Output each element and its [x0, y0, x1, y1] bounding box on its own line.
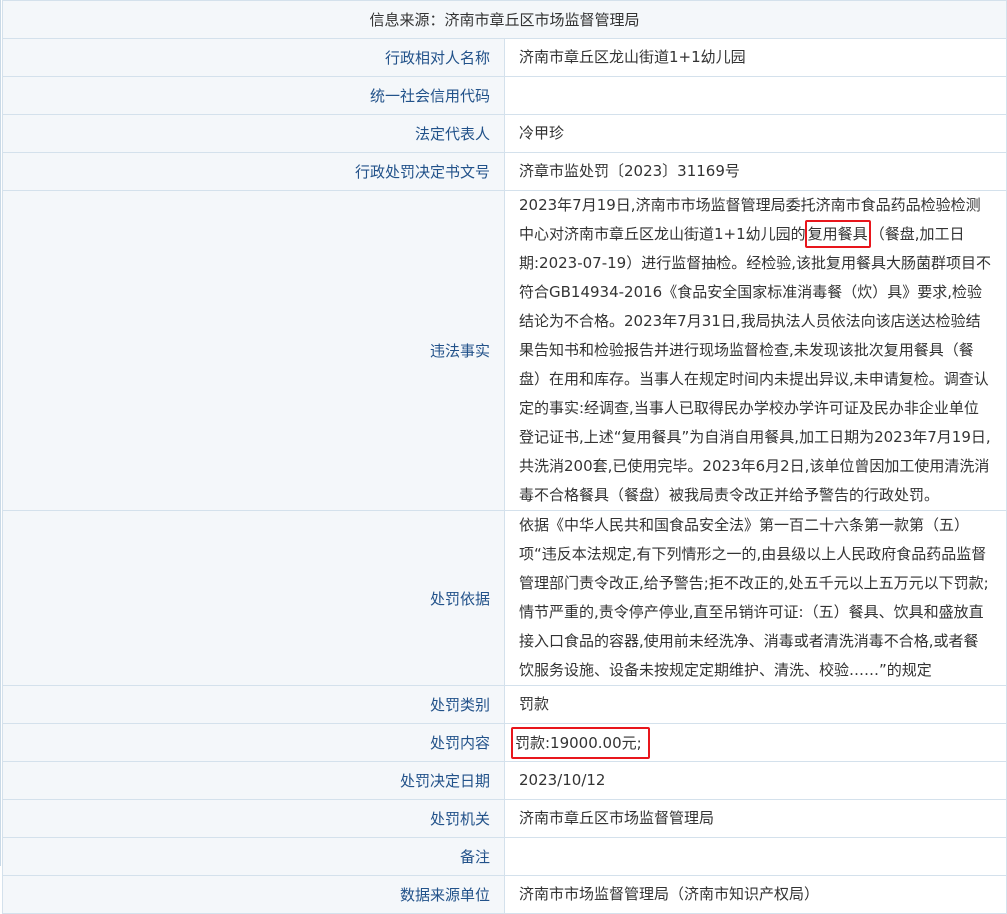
value-penalty-content-cell: 罚款:19000.00元;	[504, 723, 1007, 762]
label-party-name: 行政相对人名称	[2, 38, 505, 77]
highlight-reusable-tableware: 复用餐具	[804, 220, 871, 248]
penalty-info-panel: 信息来源：济南市章丘区市场监督管理局 行政相对人名称 济南市章丘区龙山街道1+1…	[0, 0, 1007, 914]
value-data-source: 济南市市场监督管理局（济南市知识产权局）	[504, 875, 1007, 914]
label-remarks: 备注	[2, 837, 505, 876]
label-decision-date: 处罚决定日期	[2, 761, 505, 800]
value-decision-number: 济章市监处罚〔2023〕31169号	[504, 152, 1007, 191]
table-row: 备注	[2, 837, 1007, 876]
value-penalty-content: 罚款:19000.00元;	[511, 726, 650, 759]
label-data-source: 数据来源单位	[2, 875, 505, 914]
table-row: 行政处罚决定书文号 济章市监处罚〔2023〕31169号	[2, 152, 1007, 191]
table-row: 行政相对人名称 济南市章丘区龙山街道1+1幼儿园	[2, 38, 1007, 77]
value-legal-rep: 冷甲珍	[504, 114, 1007, 153]
info-source: 信息来源：济南市章丘区市场监督管理局	[2, 0, 1007, 39]
value-penalty-basis: 依据《中华人民共和国食品安全法》第一百二十六条第一款第（五）项“违反本法规定,有…	[504, 510, 1007, 686]
table-row: 统一社会信用代码	[2, 76, 1007, 115]
table-row: 处罚依据 依据《中华人民共和国食品安全法》第一百二十六条第一款第（五）项“违反本…	[2, 510, 1007, 686]
table-row: 处罚机关 济南市章丘区市场监督管理局	[2, 799, 1007, 838]
label-penalty-basis: 处罚依据	[2, 510, 505, 686]
table-row: 处罚类别 罚款	[2, 685, 1007, 724]
label-penalty-content: 处罚内容	[2, 723, 505, 762]
value-credit-code	[504, 76, 1007, 115]
value-decision-date: 2023/10/12	[504, 761, 1007, 800]
value-remarks	[504, 837, 1007, 876]
value-party-name: 济南市章丘区龙山街道1+1幼儿园	[504, 38, 1007, 77]
value-penalty-authority: 济南市章丘区市场监督管理局	[504, 799, 1007, 838]
label-legal-rep: 法定代表人	[2, 114, 505, 153]
table-row: 处罚决定日期 2023/10/12	[2, 761, 1007, 800]
label-penalty-authority: 处罚机关	[2, 799, 505, 838]
table-row: 违法事实 2023年7月19日,济南市市场监督管理局委托济南市食品药品检验检测中…	[2, 190, 1007, 511]
label-violation-facts: 违法事实	[2, 190, 505, 511]
label-decision-number: 行政处罚决定书文号	[2, 152, 505, 191]
value-penalty-type: 罚款	[504, 685, 1007, 724]
label-credit-code: 统一社会信用代码	[2, 76, 505, 115]
label-penalty-type: 处罚类别	[2, 685, 505, 724]
violation-facts-post: （餐盘,加工日期:2023-07-19）进行监督抽检。经检验,该批复用餐具大肠菌…	[519, 225, 991, 504]
source-row: 信息来源：济南市章丘区市场监督管理局	[2, 0, 1007, 39]
value-violation-facts: 2023年7月19日,济南市市场监督管理局委托济南市食品药品检验检测中心对济南市…	[504, 190, 1007, 511]
table-row: 法定代表人 冷甲珍	[2, 114, 1007, 153]
table-row: 数据来源单位 济南市市场监督管理局（济南市知识产权局）	[2, 875, 1007, 914]
penalty-info-table: 信息来源：济南市章丘区市场监督管理局 行政相对人名称 济南市章丘区龙山街道1+1…	[2, 0, 1007, 914]
table-row: 处罚内容 罚款:19000.00元;	[2, 723, 1007, 762]
